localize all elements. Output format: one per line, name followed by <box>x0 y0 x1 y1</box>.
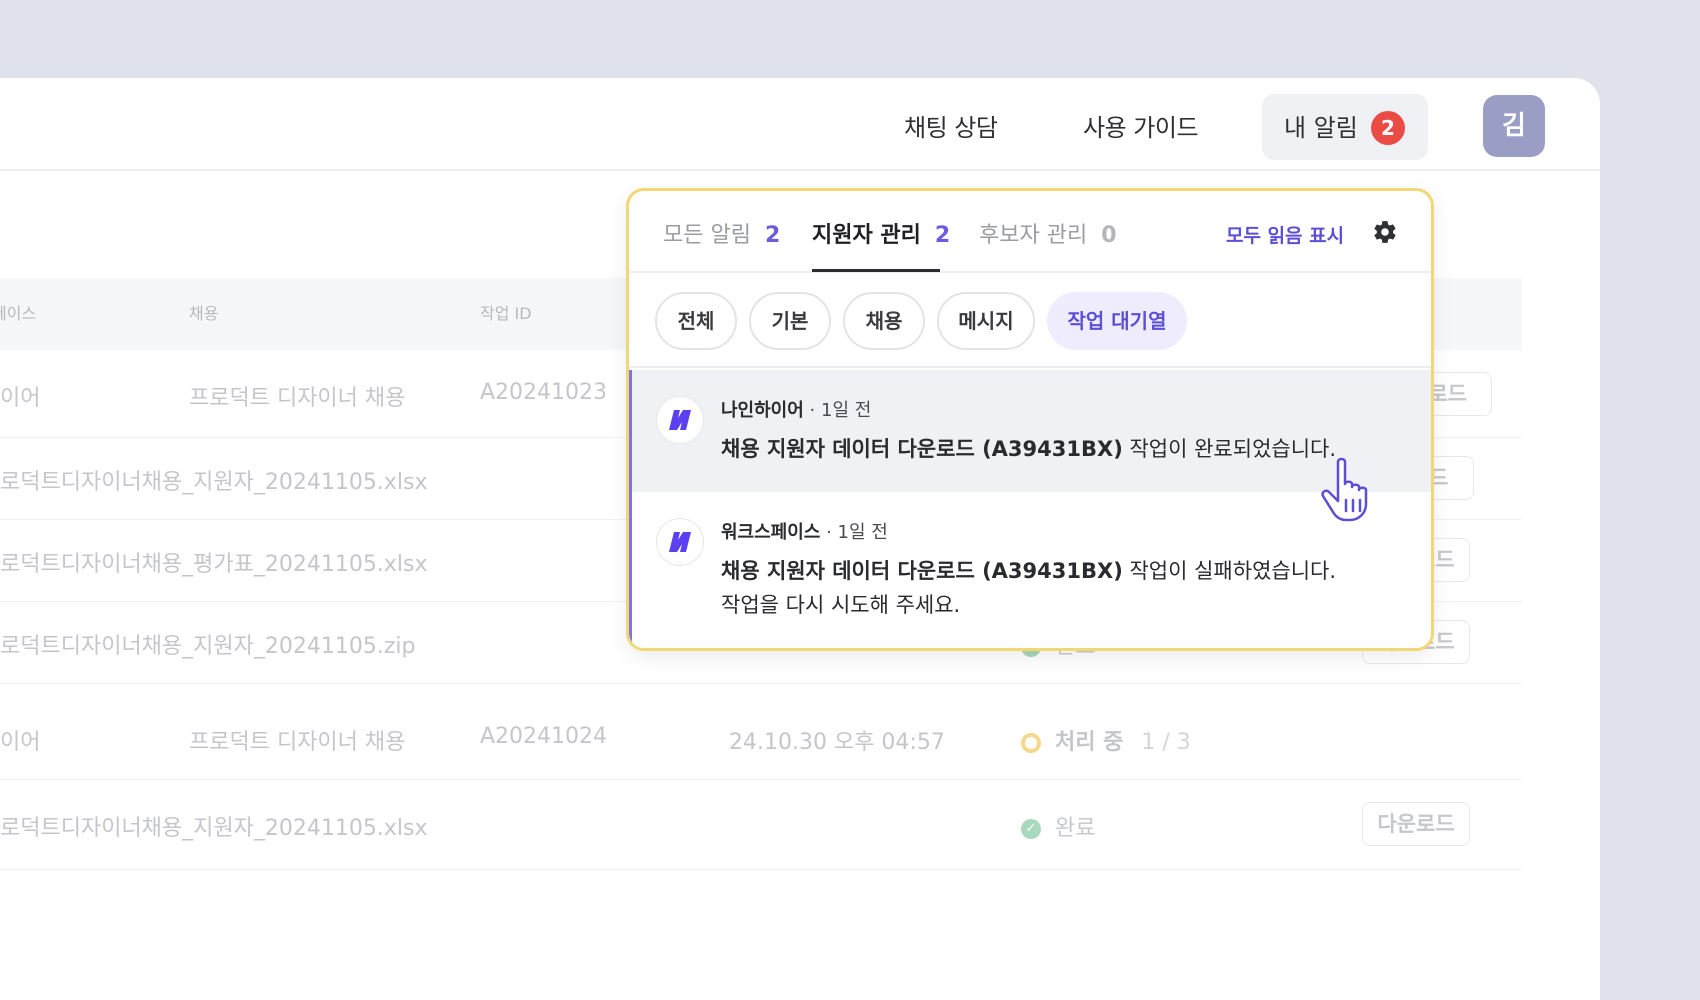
notification-count-badge: 2 <box>1371 111 1405 145</box>
column-header-workspace: 페이스 <box>0 304 37 323</box>
notification-meta: 워크스페이스 · 1일 전 <box>721 518 888 544</box>
notification-source: 워크스페이스 <box>721 522 821 543</box>
row-workspace: 이어 <box>0 386 41 411</box>
row-workspace: 이어 <box>0 730 41 755</box>
notification-time: · 1일 전 <box>809 400 872 421</box>
tab-all-notifications[interactable]: 모든 알림 2 <box>663 217 780 249</box>
chip-all[interactable]: 전체 <box>655 292 737 350</box>
check-icon: ✓ <box>1021 819 1041 839</box>
table-row: 이어 프로덕트 디자이너 채용 A20241024 24.10.30 오후 04… <box>0 684 1522 780</box>
tab-count: 2 <box>764 223 781 248</box>
notification-body: 작업이 실패하였습니다. <box>1122 559 1337 583</box>
user-guide-link[interactable]: 사용 가이드 <box>1083 108 1199 143</box>
column-header-job-id: 작업 ID <box>480 304 532 323</box>
progress-text: 1 / 3 <box>1141 730 1191 755</box>
status-badge: 처리 중 1 / 3 <box>1021 724 1191 756</box>
column-header-hiring: 채용 <box>189 304 219 323</box>
row-date: 24.10.30 오후 04:57 <box>729 730 945 755</box>
file-name: 로덕트디자이너채용_지원자_20241105.xlsx <box>0 816 428 841</box>
tab-count: 0 <box>1101 223 1117 248</box>
avatar[interactable]: 김 <box>1483 95 1545 157</box>
notification-popover: 모든 알림 2 지원자 관리 2 후보자 관리 0 모두 읽음 표시 전체 기본 채용… <box>626 188 1434 651</box>
notification-hint: 작업을 다시 시도해 주세요. <box>721 593 961 617</box>
tab-count: 2 <box>934 223 951 248</box>
my-notifications-button[interactable]: 내 알림 2 <box>1262 94 1428 160</box>
notification-item[interactable]: 워크스페이스 · 1일 전 채용 지원자 데이터 다운로드 (A39431BX)… <box>629 492 1431 648</box>
file-name: 로덕트디자이너채용_지원자_20241105.xlsx <box>0 470 428 495</box>
row-hiring: 프로덕트 디자이너 채용 <box>189 730 406 755</box>
row-hiring: 프로덕트 디자이너 채용 <box>189 386 406 411</box>
chip-job-queue[interactable]: 작업 대기열 <box>1047 292 1187 350</box>
notification-source: 나인하이어 <box>721 400 804 421</box>
tab-candidate-management[interactable]: 후보자 관리 0 <box>979 217 1117 249</box>
row-job-id: A20241024 <box>480 724 608 749</box>
gear-icon[interactable] <box>1372 219 1398 245</box>
top-bar: 채팅 상담 사용 가이드 내 알림 2 김 <box>0 78 1600 171</box>
notification-title: 채용 지원자 데이터 다운로드 (A39431BX) <box>721 559 1123 583</box>
hand-cursor-icon <box>1321 457 1368 522</box>
active-tab-indicator <box>812 269 940 272</box>
tab-label: 지원자 관리 <box>812 223 921 248</box>
notification-tabs: 모든 알림 2 지원자 관리 2 후보자 관리 0 모두 읽음 표시 <box>629 191 1431 273</box>
filter-chips: 전체 기본 채용 메시지 작업 대기열 <box>629 275 1431 368</box>
chip-basic[interactable]: 기본 <box>749 292 831 350</box>
table-row: 로덕트디자이너채용_지원자_20241105.xlsx ✓ 완료 다운로드 <box>0 780 1522 870</box>
tab-label: 후보자 관리 <box>979 223 1088 248</box>
notification-item[interactable]: 나인하이어 · 1일 전 채용 지원자 데이터 다운로드 (A39431BX) … <box>629 370 1431 492</box>
notification-meta: 나인하이어 · 1일 전 <box>721 396 871 422</box>
status-text: 완료 <box>1055 816 1096 841</box>
row-job-id: A20241023 <box>480 380 608 405</box>
notification-time: · 1일 전 <box>826 522 888 543</box>
tab-applicant-management[interactable]: 지원자 관리 2 <box>812 217 950 249</box>
notification-message: 채용 지원자 데이터 다운로드 (A39431BX) 작업이 실패하였습니다. 작… <box>721 554 1336 622</box>
workspace-logo-icon <box>656 518 704 566</box>
mark-all-read-link[interactable]: 모두 읽음 표시 <box>1226 221 1344 248</box>
file-name: 로덕트디자이너채용_평가표_20241105.xlsx <box>0 552 428 577</box>
notifications-label: 내 알림 <box>1284 114 1358 142</box>
status-text: 처리 중 <box>1055 730 1124 755</box>
tab-label: 모든 알림 <box>663 223 751 248</box>
chip-hiring[interactable]: 채용 <box>843 292 925 350</box>
file-name: 로덕트디자이너채용_지원자_20241105.zip <box>0 634 416 659</box>
status-badge: ✓ 완료 <box>1021 810 1095 842</box>
notification-title: 채용 지원자 데이터 다운로드 (A39431BX) <box>721 437 1123 461</box>
notification-message: 채용 지원자 데이터 다운로드 (A39431BX) 작업이 완료되었습니다. <box>721 432 1336 466</box>
notification-body: 작업이 완료되었습니다. <box>1122 437 1337 461</box>
spinner-icon <box>1021 733 1041 753</box>
ninehire-logo-icon <box>656 396 704 444</box>
chat-support-link[interactable]: 채팅 상담 <box>904 108 998 143</box>
chip-message[interactable]: 메시지 <box>937 292 1035 350</box>
download-button[interactable]: 다운로드 <box>1362 802 1470 846</box>
